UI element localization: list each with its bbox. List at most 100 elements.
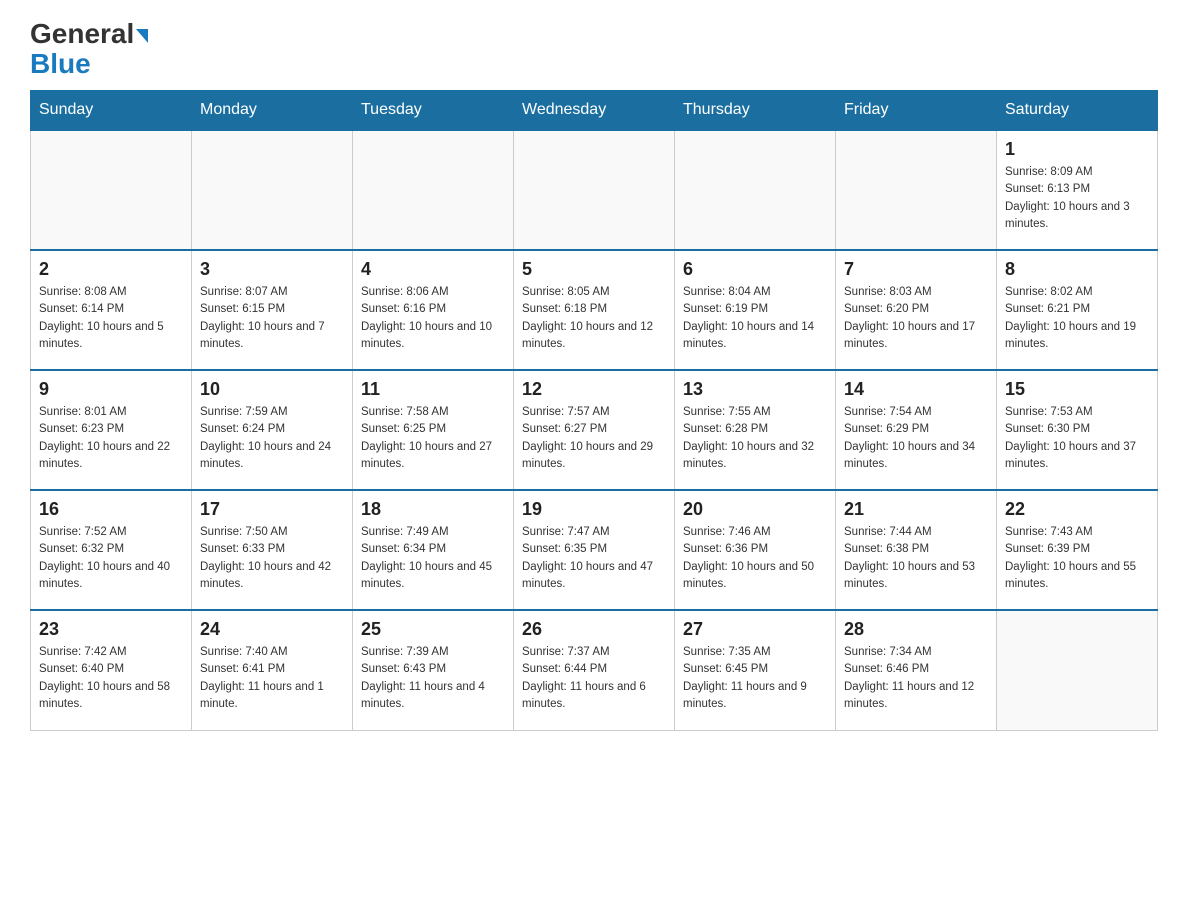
day-number: 5 [522,259,666,280]
day-info: Sunrise: 7:44 AMSunset: 6:38 PMDaylight:… [844,524,988,593]
calendar-cell [675,130,836,250]
day-number: 10 [200,379,344,400]
day-info: Sunrise: 7:43 AMSunset: 6:39 PMDaylight:… [1005,524,1149,593]
day-number: 15 [1005,379,1149,400]
calendar-cell: 16 Sunrise: 7:52 AMSunset: 6:32 PMDayligh… [31,490,192,610]
calendar-cell: 9 Sunrise: 8:01 AMSunset: 6:23 PMDaylight… [31,370,192,490]
day-info: Sunrise: 8:06 AMSunset: 6:16 PMDaylight:… [361,284,505,353]
calendar-cell: 25 Sunrise: 7:39 AMSunset: 6:43 PMDayligh… [353,610,514,730]
day-info: Sunrise: 7:59 AMSunset: 6:24 PMDaylight:… [200,404,344,473]
day-info: Sunrise: 8:04 AMSunset: 6:19 PMDaylight:… [683,284,827,353]
day-number: 11 [361,379,505,400]
day-header-sunday: Sunday [31,91,192,131]
calendar-cell: 24Sunrise: 7:40 AMSunset: 6:41 PMDayligh… [192,610,353,730]
day-number: 28 [844,619,988,640]
day-info: Sunrise: 8:02 AMSunset: 6:21 PMDaylight:… [1005,284,1149,353]
calendar-cell [353,130,514,250]
calendar-cell [514,130,675,250]
calendar-cell: 5 Sunrise: 8:05 AMSunset: 6:18 PMDaylight… [514,250,675,370]
calendar-cell: 27 Sunrise: 7:35 AMSunset: 6:45 PMDayligh… [675,610,836,730]
calendar-cell: 6 Sunrise: 8:04 AMSunset: 6:19 PMDaylight… [675,250,836,370]
calendar-cell [192,130,353,250]
day-number: 20 [683,499,827,520]
day-info: Sunrise: 7:57 AMSunset: 6:27 PMDaylight:… [522,404,666,473]
calendar-cell: 8 Sunrise: 8:02 AMSunset: 6:21 PMDaylight… [997,250,1158,370]
day-number: 8 [1005,259,1149,280]
calendar-cell: 12Sunrise: 7:57 AMSunset: 6:27 PMDayligh… [514,370,675,490]
day-number: 25 [361,619,505,640]
calendar-cell [836,130,997,250]
logo: General Blue [30,20,148,80]
day-number: 19 [522,499,666,520]
calendar-cell: 14Sunrise: 7:54 AMSunset: 6:29 PMDayligh… [836,370,997,490]
calendar-cell: 11 Sunrise: 7:58 AMSunset: 6:25 PMDayligh… [353,370,514,490]
day-info: Sunrise: 8:05 AMSunset: 6:18 PMDaylight:… [522,284,666,353]
calendar-cell: 20 Sunrise: 7:46 AMSunset: 6:36 PMDayligh… [675,490,836,610]
week-row-1: 1 Sunrise: 8:09 AMSunset: 6:13 PMDaylight… [31,130,1158,250]
week-row-4: 16 Sunrise: 7:52 AMSunset: 6:32 PMDayligh… [31,490,1158,610]
day-info: Sunrise: 8:07 AMSunset: 6:15 PMDaylight:… [200,284,344,353]
page-header: General Blue [30,20,1158,80]
day-info: Sunrise: 8:01 AMSunset: 6:23 PMDaylight:… [39,404,183,473]
day-info: Sunrise: 7:37 AMSunset: 6:44 PMDaylight:… [522,644,666,713]
day-info: Sunrise: 7:58 AMSunset: 6:25 PMDaylight:… [361,404,505,473]
day-info: Sunrise: 7:47 AMSunset: 6:35 PMDaylight:… [522,524,666,593]
day-info: Sunrise: 8:09 AMSunset: 6:13 PMDaylight:… [1005,164,1149,233]
day-number: 22 [1005,499,1149,520]
day-info: Sunrise: 7:46 AMSunset: 6:36 PMDaylight:… [683,524,827,593]
day-number: 7 [844,259,988,280]
day-info: Sunrise: 7:55 AMSunset: 6:28 PMDaylight:… [683,404,827,473]
calendar-cell: 21 Sunrise: 7:44 AMSunset: 6:38 PMDayligh… [836,490,997,610]
calendar-cell: 26 Sunrise: 7:37 AMSunset: 6:44 PMDayligh… [514,610,675,730]
day-header-friday: Friday [836,91,997,131]
day-info: Sunrise: 7:50 AMSunset: 6:33 PMDaylight:… [200,524,344,593]
day-header-wednesday: Wednesday [514,91,675,131]
calendar-cell: 13 Sunrise: 7:55 AMSunset: 6:28 PMDayligh… [675,370,836,490]
day-info: Sunrise: 7:49 AMSunset: 6:34 PMDaylight:… [361,524,505,593]
day-number: 16 [39,499,183,520]
calendar-header-row: SundayMondayTuesdayWednesdayThursdayFrid… [31,91,1158,131]
calendar-cell [997,610,1158,730]
calendar-cell: 15 Sunrise: 7:53 AMSunset: 6:30 PMDayligh… [997,370,1158,490]
day-info: Sunrise: 7:52 AMSunset: 6:32 PMDaylight:… [39,524,183,593]
day-number: 13 [683,379,827,400]
calendar-cell: 22 Sunrise: 7:43 AMSunset: 6:39 PMDayligh… [997,490,1158,610]
day-info: Sunrise: 8:03 AMSunset: 6:20 PMDaylight:… [844,284,988,353]
day-number: 26 [522,619,666,640]
day-header-saturday: Saturday [997,91,1158,131]
calendar-cell: 7 Sunrise: 8:03 AMSunset: 6:20 PMDaylight… [836,250,997,370]
calendar-cell: 2 Sunrise: 8:08 AMSunset: 6:14 PMDaylight… [31,250,192,370]
logo-line1: General [30,20,148,48]
day-number: 6 [683,259,827,280]
day-number: 4 [361,259,505,280]
day-header-tuesday: Tuesday [353,91,514,131]
day-number: 24 [200,619,344,640]
day-number: 23 [39,619,183,640]
logo-line2: Blue [30,48,91,80]
day-number: 3 [200,259,344,280]
calendar-cell: 28Sunrise: 7:34 AMSunset: 6:46 PMDayligh… [836,610,997,730]
calendar-cell: 19 Sunrise: 7:47 AMSunset: 6:35 PMDayligh… [514,490,675,610]
day-number: 2 [39,259,183,280]
day-header-thursday: Thursday [675,91,836,131]
day-number: 18 [361,499,505,520]
day-info: Sunrise: 7:53 AMSunset: 6:30 PMDaylight:… [1005,404,1149,473]
calendar-cell: 18 Sunrise: 7:49 AMSunset: 6:34 PMDayligh… [353,490,514,610]
day-info: Sunrise: 8:08 AMSunset: 6:14 PMDaylight:… [39,284,183,353]
calendar-cell [31,130,192,250]
day-info: Sunrise: 7:39 AMSunset: 6:43 PMDaylight:… [361,644,505,713]
day-number: 14 [844,379,988,400]
day-info: Sunrise: 7:42 AMSunset: 6:40 PMDaylight:… [39,644,183,713]
calendar-cell: 17 Sunrise: 7:50 AMSunset: 6:33 PMDayligh… [192,490,353,610]
calendar-cell: 23 Sunrise: 7:42 AMSunset: 6:40 PMDayligh… [31,610,192,730]
day-number: 21 [844,499,988,520]
day-number: 17 [200,499,344,520]
day-number: 1 [1005,139,1149,160]
week-row-2: 2 Sunrise: 8:08 AMSunset: 6:14 PMDaylight… [31,250,1158,370]
calendar-cell: 4 Sunrise: 8:06 AMSunset: 6:16 PMDaylight… [353,250,514,370]
week-row-5: 23 Sunrise: 7:42 AMSunset: 6:40 PMDayligh… [31,610,1158,730]
calendar-cell: 3 Sunrise: 8:07 AMSunset: 6:15 PMDaylight… [192,250,353,370]
day-number: 27 [683,619,827,640]
day-info: Sunrise: 7:35 AMSunset: 6:45 PMDaylight:… [683,644,827,713]
day-number: 9 [39,379,183,400]
